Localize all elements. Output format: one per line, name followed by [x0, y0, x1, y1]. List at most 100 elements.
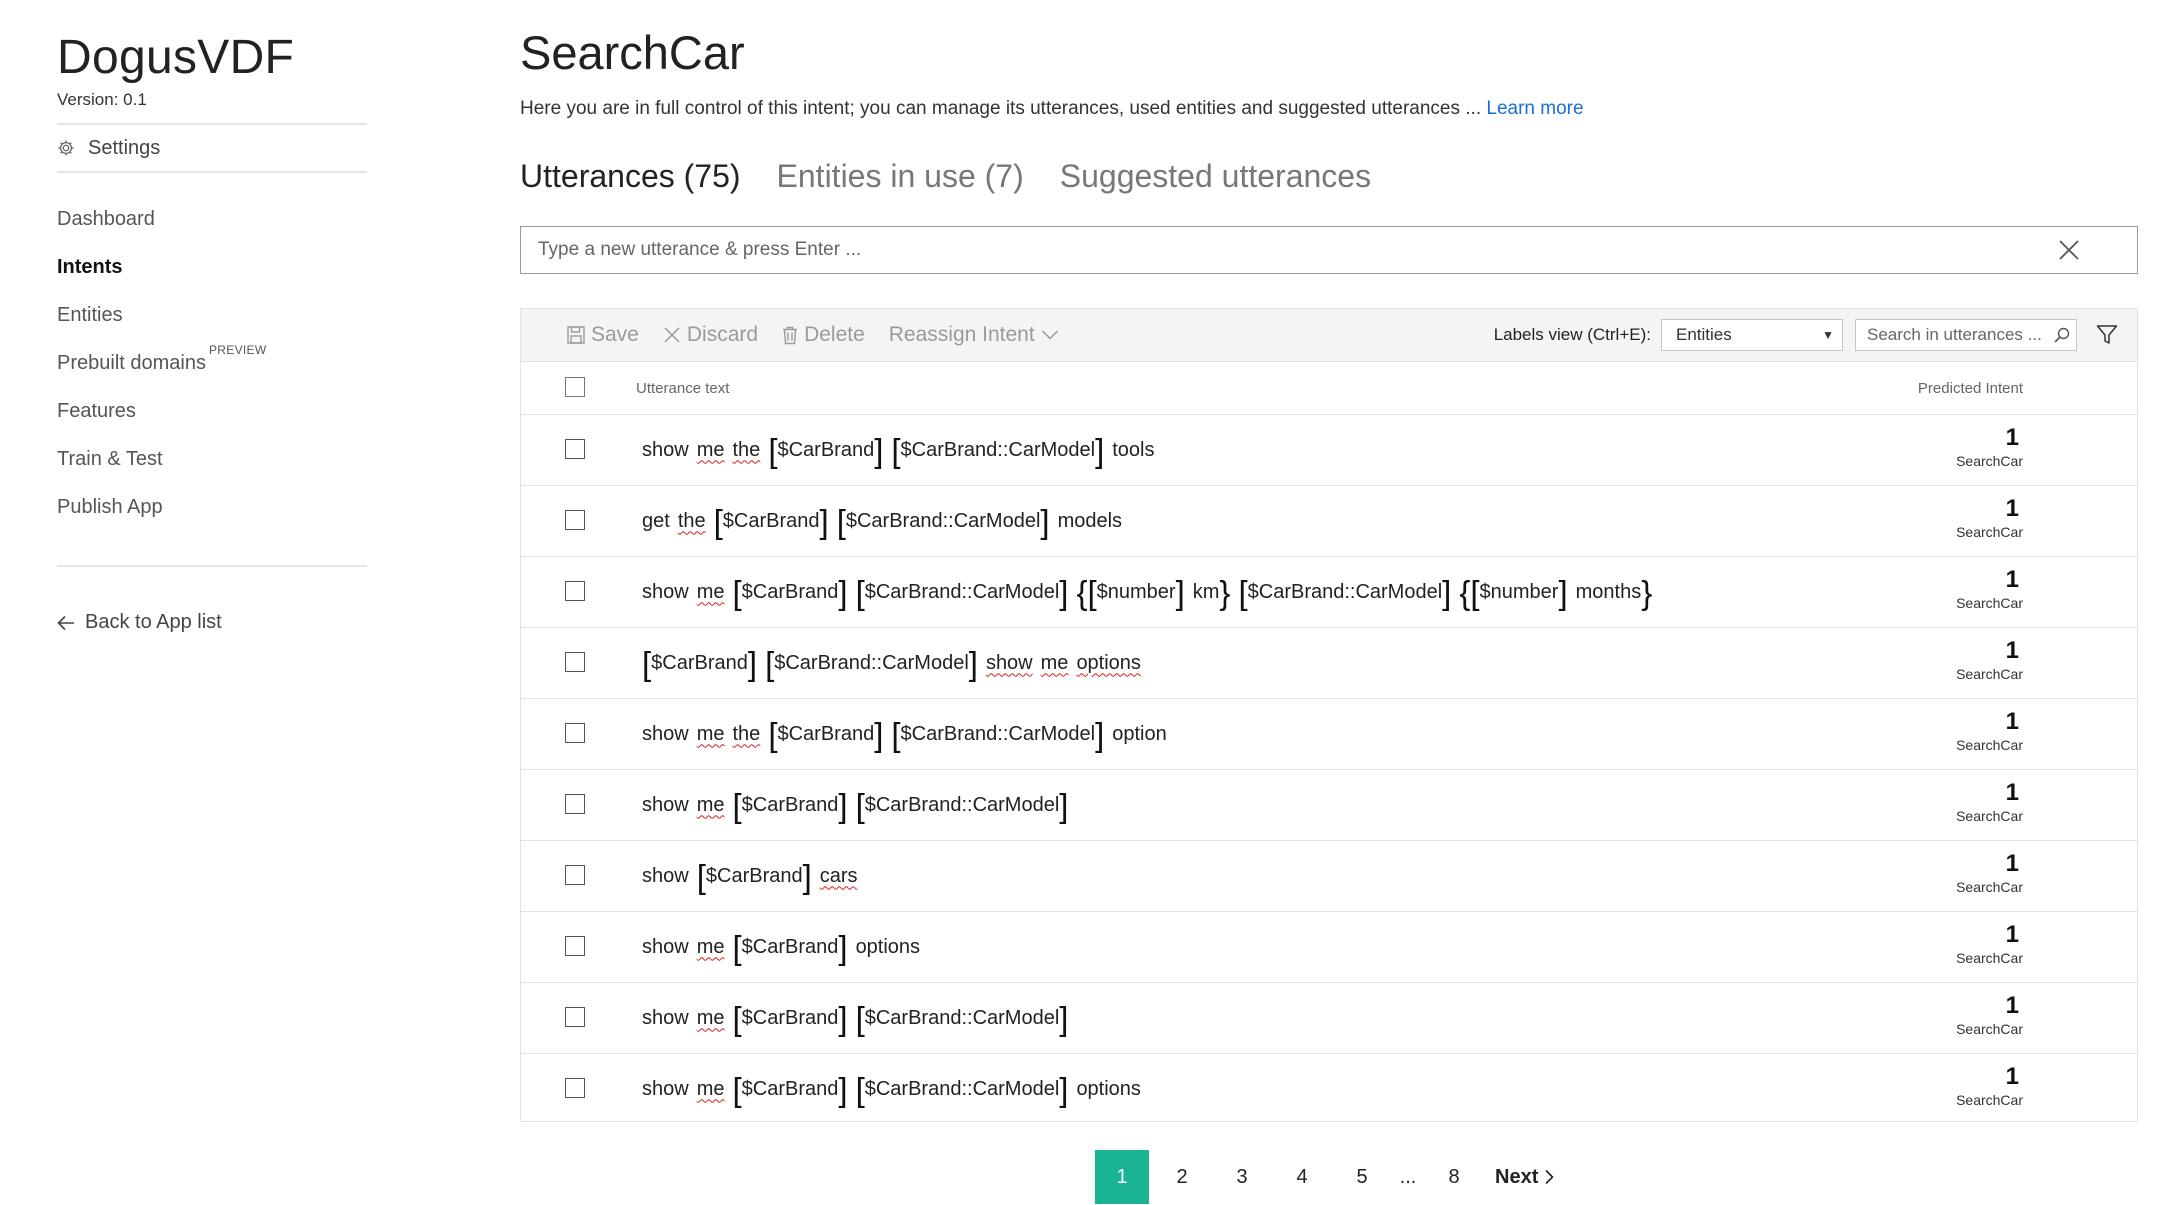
row-checkbox[interactable]: [565, 936, 585, 956]
entity-label[interactable]: [$number]: [1087, 576, 1184, 609]
settings-link[interactable]: Settings: [57, 125, 367, 171]
row-checkbox-cell: [565, 936, 585, 956]
save-button[interactable]: Save: [567, 323, 639, 347]
entity-label[interactable]: [$CarBrand]: [768, 434, 883, 467]
delete-button[interactable]: Delete: [782, 323, 865, 347]
labels-view-select[interactable]: Entities ▼: [1661, 319, 1843, 351]
composite-entity-label[interactable]: {[$number] months}: [1459, 576, 1652, 609]
utterance-word: show: [985, 651, 1033, 674]
utterance-word: km: [1192, 580, 1220, 603]
entity-label[interactable]: [$CarBrand::CarModel]: [856, 1073, 1069, 1106]
nav-item-features[interactable]: Features: [57, 387, 367, 435]
utterance-text[interactable]: show me the[$CarBrand][$CarBrand::CarModel…: [642, 699, 1175, 769]
tab-entities-in-use[interactable]: Entities in use (7): [777, 158, 1024, 195]
nav-item-prebuilt-domains[interactable]: Prebuilt domains PREVIEW: [57, 339, 367, 387]
pagination: 1 2 3 4 5 ... 8 Next: [1095, 1150, 1554, 1204]
entity-name: $CarBrand: [777, 722, 875, 745]
entity-name: $CarBrand: [741, 935, 839, 958]
predicted-intent-name: SearchCar: [1956, 453, 2023, 469]
entity-label[interactable]: [$number]: [1470, 576, 1567, 609]
entity-label[interactable]: [$CarBrand]: [733, 931, 848, 964]
entity-label[interactable]: [$CarBrand::CarModel]: [1238, 576, 1451, 609]
utterance-search-input[interactable]: [1856, 324, 2048, 346]
table-row: show me[$CarBrand][$CarBrand::CarModel]{[…: [521, 557, 2137, 628]
nav-item-dashboard[interactable]: Dashboard: [57, 195, 367, 243]
entity-label[interactable]: [$CarBrand::CarModel]: [837, 505, 1050, 538]
row-checkbox[interactable]: [565, 1007, 585, 1027]
predicted-intent-name: SearchCar: [1956, 1092, 2023, 1108]
entity-label[interactable]: [$CarBrand::CarModel]: [891, 434, 1104, 467]
entity-name: $CarBrand::CarModel: [864, 1006, 1060, 1029]
back-to-app-list-link[interactable]: Back to App list: [57, 611, 367, 634]
page-button-4[interactable]: 4: [1275, 1150, 1329, 1204]
entity-label[interactable]: [$CarBrand]: [697, 860, 812, 893]
page-button-5[interactable]: 5: [1335, 1150, 1389, 1204]
settings-label: Settings: [88, 136, 161, 159]
new-utterance-input[interactable]: [521, 238, 2045, 262]
utterance-text[interactable]: show me[$CarBrand][$CarBrand::CarModel]: [642, 983, 1076, 1053]
table-row: show me [$CarBrand] options 1 SearchCar: [521, 912, 2137, 983]
search-icon[interactable]: [2048, 327, 2076, 343]
composite-entity-label[interactable]: {[$number] km}: [1076, 576, 1230, 609]
row-checkbox-cell: [565, 1078, 585, 1098]
entity-label[interactable]: [$CarBrand::CarModel]: [856, 576, 1069, 609]
row-checkbox[interactable]: [565, 510, 585, 530]
entity-label[interactable]: [$CarBrand]: [768, 718, 883, 751]
utterance-text[interactable]: show me[$CarBrand][$CarBrand::CarModel]: [642, 770, 1076, 840]
entity-label[interactable]: [$CarBrand]: [714, 505, 829, 538]
row-checkbox[interactable]: [565, 794, 585, 814]
next-page-button[interactable]: Next: [1495, 1166, 1554, 1189]
entity-label[interactable]: [$CarBrand::CarModel]: [856, 789, 1069, 822]
bracket-open: [: [768, 431, 778, 469]
utterance-text[interactable]: show [$CarBrand] cars: [642, 841, 866, 911]
row-checkbox[interactable]: [565, 652, 585, 672]
utterance-text[interactable]: show me [$CarBrand] options: [642, 912, 928, 982]
select-all-checkbox[interactable]: [565, 377, 585, 397]
entity-label[interactable]: [$CarBrand]: [733, 1073, 848, 1106]
discard-button[interactable]: Discard: [663, 323, 758, 347]
entity-label[interactable]: [$CarBrand]: [733, 1002, 848, 1035]
entity-name: $CarBrand: [705, 864, 803, 887]
page-button-2[interactable]: 2: [1155, 1150, 1209, 1204]
entity-label[interactable]: [$CarBrand]: [733, 576, 848, 609]
filter-icon: [2096, 325, 2118, 344]
row-checkbox[interactable]: [565, 1078, 585, 1098]
page-button-3[interactable]: 3: [1215, 1150, 1269, 1204]
reassign-intent-button[interactable]: Reassign Intent: [889, 323, 1059, 347]
entity-label[interactable]: [$CarBrand]: [642, 647, 757, 680]
tab-suggested-utterances[interactable]: Suggested utterances: [1060, 158, 1371, 195]
bracket-open: [: [696, 857, 706, 895]
page-button-1[interactable]: 1: [1095, 1150, 1149, 1204]
tab-utterances[interactable]: Utterances (75): [520, 158, 741, 195]
clear-button[interactable]: [2045, 227, 2093, 273]
chevron-right-icon: [1545, 1169, 1554, 1185]
utterance-text[interactable]: show me the[$CarBrand][$CarBrand::CarModel…: [642, 415, 1163, 485]
utterance-text[interactable]: [$CarBrand][$CarBrand::CarModel] show me op…: [642, 628, 1149, 698]
prediction-score: 1: [2005, 779, 2019, 806]
entity-label[interactable]: [$CarBrand::CarModel]: [765, 647, 978, 680]
utterance-word: options: [855, 935, 921, 958]
nav-item-label: Publish App: [57, 495, 163, 518]
predicted-intent-name: SearchCar: [1956, 524, 2023, 540]
entity-label[interactable]: [$CarBrand::CarModel]: [891, 718, 1104, 751]
entity-label[interactable]: [$CarBrand]: [733, 789, 848, 822]
page-button-last[interactable]: 8: [1427, 1150, 1481, 1204]
learn-more-link[interactable]: Learn more: [1486, 98, 1583, 119]
utterance-text[interactable]: show me[$CarBrand][$CarBrand::CarModel] op…: [642, 1054, 1149, 1124]
utterance-text[interactable]: get the[$CarBrand][$CarBrand::CarModel] mo…: [642, 486, 1130, 556]
row-checkbox[interactable]: [565, 439, 585, 459]
nav-item-publish-app[interactable]: Publish App: [57, 483, 367, 531]
entity-name: $CarBrand::CarModel: [900, 722, 1096, 745]
row-checkbox[interactable]: [565, 723, 585, 743]
utterance-text[interactable]: show me[$CarBrand][$CarBrand::CarModel]{[…: [642, 557, 1660, 627]
entity-label[interactable]: [$CarBrand::CarModel]: [856, 1002, 1069, 1035]
row-checkbox[interactable]: [565, 865, 585, 885]
prediction-score: 1: [2005, 637, 2019, 664]
nav-item-intents[interactable]: Intents: [57, 243, 367, 291]
bracket-close: ]: [968, 644, 978, 682]
nav-item-train-test[interactable]: Train & Test: [57, 435, 367, 483]
bracket-open: [: [855, 573, 865, 611]
row-checkbox[interactable]: [565, 581, 585, 601]
filter-button[interactable]: [2077, 324, 2137, 346]
nav-item-entities[interactable]: Entities: [57, 291, 367, 339]
